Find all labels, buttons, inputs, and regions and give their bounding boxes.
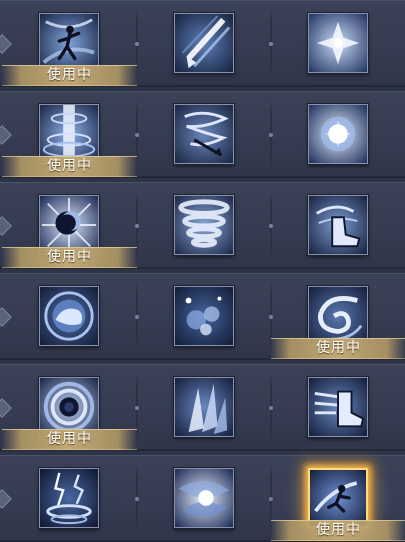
in-use-badge: 使用中 [2,247,137,268]
tornado-spear-icon[interactable] [174,104,234,164]
skill-slot[interactable]: 使用中 [2,92,137,177]
in-use-badge: 使用中 [271,520,405,541]
in-use-badge: 使用中 [271,338,405,359]
skill-slot[interactable] [137,92,272,177]
skill-slot[interactable] [271,1,405,86]
skill-slot[interactable]: 使用中 [2,365,137,450]
swirl-orb-creature-icon[interactable] [39,286,99,346]
skill-row: 使用中 [0,455,405,542]
in-use-badge: 使用中 [2,65,137,86]
skill-slot[interactable]: 使用中 [2,1,137,86]
ice-shard-icon[interactable] [174,377,234,437]
star-orb-icon[interactable] [308,104,368,164]
in-use-badge: 使用中 [2,429,137,450]
wind-boot-icon[interactable] [308,195,368,255]
diagonal-slash-icon[interactable] [174,13,234,73]
ice-crystal-flower-icon[interactable] [308,13,368,73]
light-pillar-icon[interactable] [39,104,99,164]
skill-row: 使用中 [0,182,405,269]
skill-slot[interactable]: 使用中 [271,274,405,359]
skill-slot[interactable] [137,1,272,86]
skill-row: 使用中 [0,273,405,360]
skill-slot[interactable] [137,274,272,359]
storm-swirl-icon[interactable] [308,286,368,346]
skill-slot[interactable]: 使用中 [2,183,137,268]
bubble-spark-icon[interactable] [174,286,234,346]
skill-slot[interactable] [2,274,137,359]
lightning-pillar-icon[interactable] [39,468,99,528]
skill-slot[interactable] [2,456,137,541]
skill-row: 使用中 [0,91,405,178]
vortex-icon[interactable] [39,377,99,437]
skill-slot[interactable] [271,365,405,450]
skill-slot[interactable] [137,183,272,268]
whirlwind-icon[interactable] [174,195,234,255]
skill-slot[interactable] [271,183,405,268]
dark-moon-burst-icon[interactable] [39,195,99,255]
skill-slot[interactable] [137,365,272,450]
skill-row: 使用中 [0,364,405,451]
skill-effect-grid: 使用中 使用中 使用中 使用中 使用中 使用中 [0,0,405,542]
dash-boot-icon[interactable] [308,377,368,437]
skill-slot[interactable] [137,456,272,541]
skill-slot[interactable] [271,92,405,177]
in-use-badge: 使用中 [2,156,137,177]
tunnel-vortex-icon[interactable] [174,468,234,528]
wing-jump-figure-icon[interactable] [308,468,368,528]
skill-slot[interactable]: 使用中 [271,456,405,541]
silhouette-figure-icon[interactable] [39,13,99,73]
skill-row: 使用中 [0,0,405,87]
